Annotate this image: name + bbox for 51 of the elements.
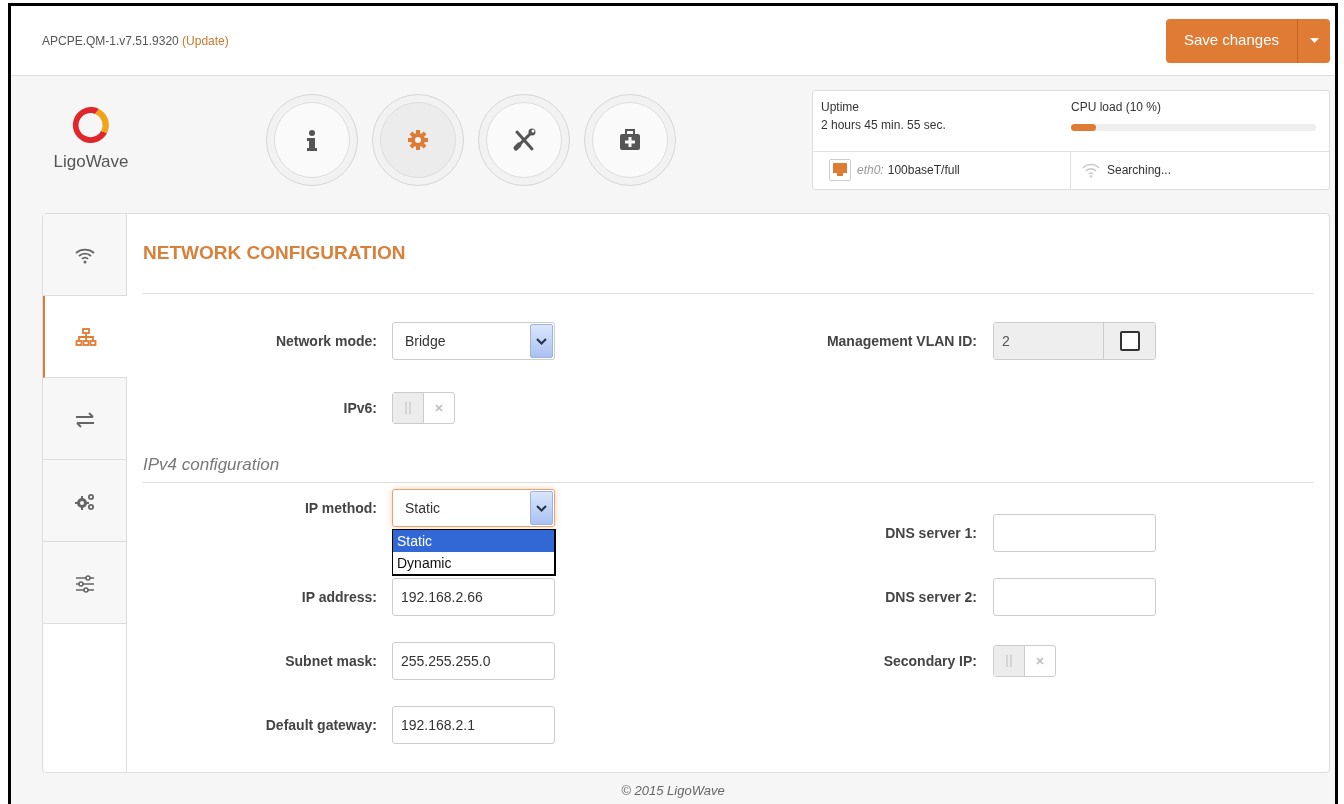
toggle-switch[interactable] [392,392,455,424]
input-field[interactable]: 255.255.255.0 [392,642,555,680]
caret-icon [1309,38,1319,43]
subsection-title: IPv4 configuration [143,453,280,476]
field-label: Management VLAN ID: [825,331,977,351]
network-icon [75,326,97,347]
grip-icon [1006,655,1012,667]
section-title: NETWORK CONFIGURATION [143,214,1313,294]
select-field[interactable]: Bridge [392,322,555,360]
cpu-load-label: CPU load (10 %) [1071,98,1162,116]
sidebar-tab[interactable] [43,542,126,624]
sidebar-tab[interactable] [43,378,126,460]
tools-icon [512,127,536,152]
ethernet-interface: eth0: [857,162,884,179]
sliders-icon [73,572,96,593]
uptime-label: Uptime [821,98,859,116]
ethernet-status: 100baseT/full [887,162,960,179]
input-field[interactable] [993,578,1156,616]
field-label: IPv6: [342,398,377,418]
field-label: Default gateway: [264,715,377,735]
field-label: IP address: [300,587,377,607]
wifi-icon [1081,162,1101,178]
gear-icon [406,127,430,152]
field-label: IP method: [303,498,377,518]
field-label: DNS server 2: [884,587,977,607]
grip-icon [405,402,411,414]
footer-copyright: © 2015 LigoWave [621,783,725,798]
select-field[interactable]: Static [392,489,555,527]
medkit-icon [618,127,642,152]
toggle-switch[interactable] [993,645,1056,677]
input-field[interactable]: 192.168.2.1 [392,706,555,744]
sidebar-tab[interactable] [43,296,127,378]
close-icon [1036,657,1044,665]
close-icon [435,404,443,412]
ethernet-port-icon [829,159,851,181]
input-field[interactable]: 192.168.2.66 [392,578,555,616]
dropdown-option[interactable]: Dynamic [393,552,554,574]
uptime-value: 2 hours 45 min. 55 sec. [821,116,946,134]
sidebar-tab[interactable] [43,460,126,542]
logo-text: LigoWave [53,150,129,173]
input-field[interactable] [993,514,1156,552]
wireless-status: Searching... [1107,162,1172,179]
dropdown-option[interactable]: Static [393,530,554,552]
field-label: Secondary IP: [882,651,977,671]
field-label: Network mode: [274,331,377,351]
save-options-button[interactable] [1298,18,1330,63]
update-link[interactable]: (Update) [182,33,229,48]
sidebar-tab[interactable] [43,214,126,296]
firmware-version: APCPE.QM-1.v7.51.9320 (Update) [42,32,229,50]
field-label: DNS server 1: [884,523,977,543]
field-label: Subnet mask: [284,651,377,671]
